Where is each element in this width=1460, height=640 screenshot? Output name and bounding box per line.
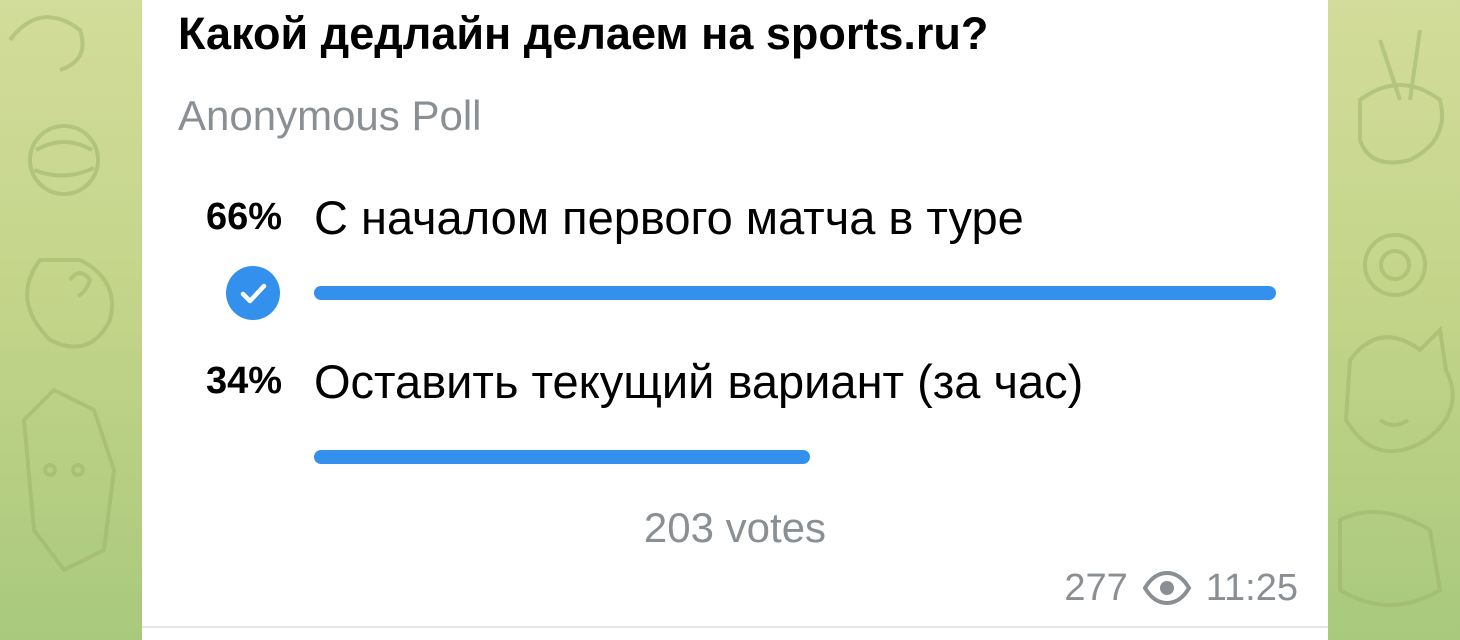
option-label: С началом первого матча в туре: [314, 191, 1024, 244]
option-result-fill: [314, 286, 1276, 300]
poll-question: Какой дедлайн делаем на sports.ru?: [178, 8, 989, 59]
option-result-fill: [314, 450, 810, 464]
option-percent: 66%: [205, 196, 282, 238]
check-circle-icon: [226, 266, 280, 320]
poll-option[interactable]: 34% Оставить текущий вариант (за час): [142, 352, 1328, 472]
bubble-divider: [142, 626, 1328, 628]
poll-option[interactable]: 66% С началом первого матча в туре: [142, 188, 1328, 320]
votes-count-button[interactable]: 203 votes: [142, 504, 1328, 552]
option-percent: 34%: [205, 360, 282, 402]
poll-type-label: Anonymous Poll: [178, 92, 482, 139]
option-label: Оставить текущий вариант (за час): [314, 355, 1084, 408]
option-result-bar: [314, 450, 1276, 464]
eye-icon: [1142, 571, 1192, 605]
option-result-bar: [314, 286, 1276, 300]
views-count: 277: [1064, 566, 1128, 609]
message-meta: 277 11:25: [1064, 565, 1298, 611]
poll-message-bubble: Какой дедлайн делаем на sports.ru? Anony…: [142, 0, 1328, 640]
message-time: 11:25: [1205, 566, 1298, 609]
